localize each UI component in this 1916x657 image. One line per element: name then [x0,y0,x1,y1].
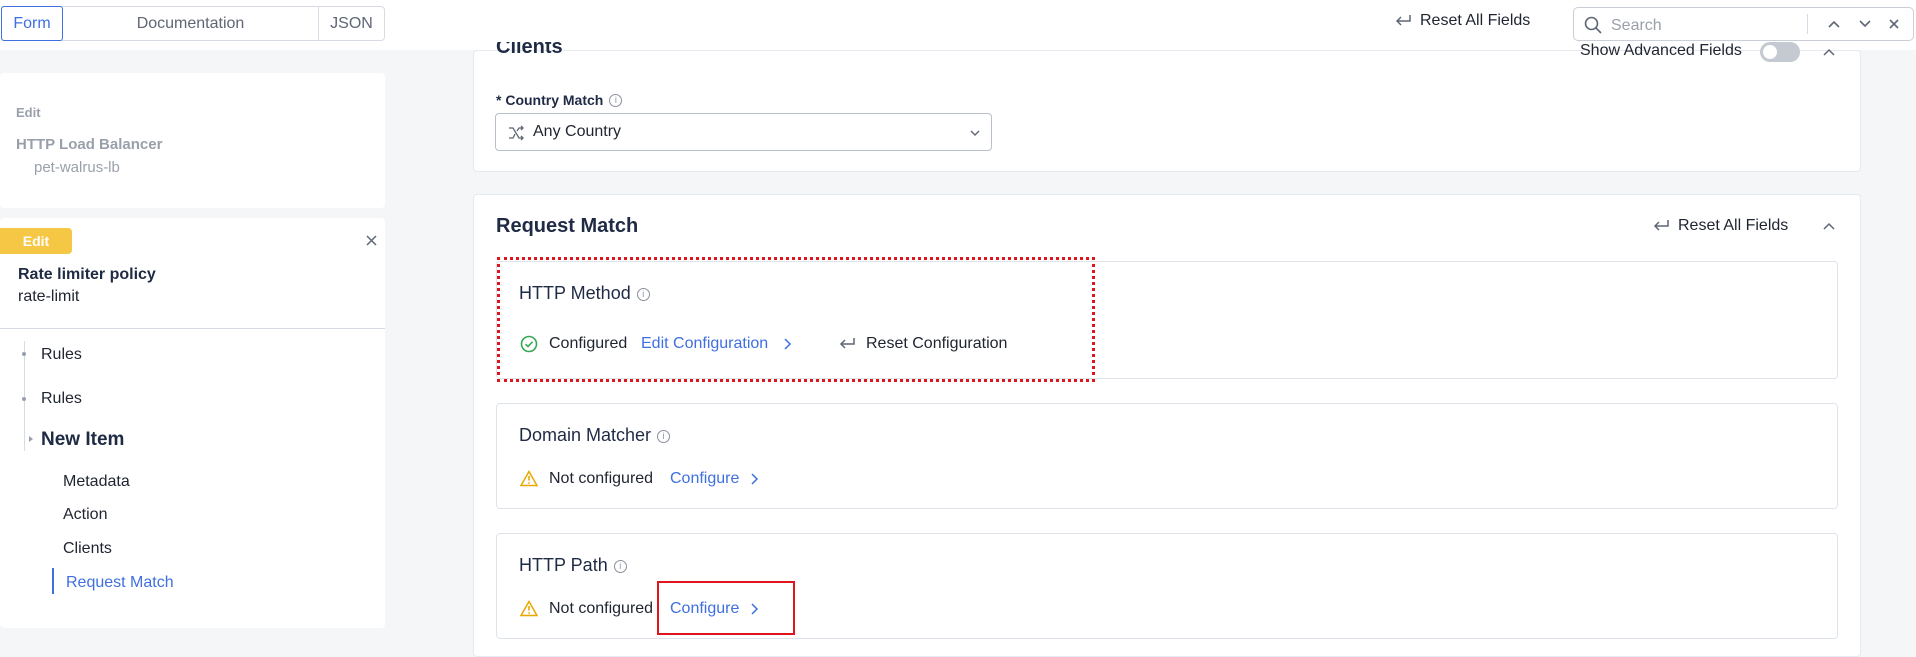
info-icon: i [609,94,623,107]
country-match-label-text: * Country Match [496,92,604,108]
clients-title: Clients [496,42,563,58]
chevron-up-icon[interactable] [1827,18,1841,30]
section-link-action[interactable]: Action [63,506,107,524]
clients-header-clip: Clients Show Advanced Fields [473,42,1861,60]
search-divider [1807,14,1808,34]
reset-all-fields-label: Reset All Fields [1420,12,1531,29]
request-match-reset-label: Reset All Fields [1678,217,1789,234]
search-input[interactable]: Search [1573,7,1914,41]
edit-badge: Edit [0,228,72,254]
warning-icon [520,470,538,487]
current-object-type: Rate limiter policy [18,266,156,283]
parent-edit-label: Edit [16,105,41,120]
caret-right-icon [29,436,33,442]
parent-object-name: pet-walrus-lb [34,159,120,176]
tree-connector [24,341,25,451]
domain-matcher-card [496,403,1838,509]
domain-matcher-title-text: Domain Matcher [519,425,652,445]
tree-item-rules[interactable]: Rules [41,346,82,364]
section-link-request-match[interactable]: Request Match [66,574,174,592]
warning-icon [520,600,538,617]
domain-matcher-status: Not configured [549,470,654,487]
info-icon: i [613,560,627,573]
domain-matcher-configure-link[interactable]: Configure [670,470,739,488]
country-match-value: Any Country [533,123,622,140]
info-icon: i [657,430,671,443]
close-icon[interactable] [1888,18,1900,30]
section-link-clients[interactable]: Clients [63,540,112,558]
divider [0,328,385,329]
country-match-label: * Country Match i [496,92,623,108]
clients-section [473,50,1861,172]
http-path-title: HTTP Path i [519,555,627,576]
chevron-up-icon[interactable] [1822,220,1836,232]
active-section-indicator [52,568,54,594]
reset-icon [1395,15,1411,26]
highlight-box [657,581,795,635]
tab-form[interactable]: Form [1,6,63,41]
tree-node-dot [22,352,26,356]
http-path-title-text: HTTP Path [519,555,608,575]
view-tabs: Form Documentation JSON [1,6,385,41]
tab-json[interactable]: JSON [319,7,384,40]
chevron-down-icon[interactable] [1858,18,1872,30]
merge-icon [509,125,524,141]
reset-icon [1653,220,1669,231]
chevron-down-icon [970,130,980,136]
search-placeholder: Search [1611,17,1662,34]
request-match-reset-button[interactable]: Reset All Fields [1652,217,1788,235]
tree-node-dot [22,397,26,401]
highlight-dotted-box [497,257,1095,382]
tab-documentation[interactable]: Documentation [63,7,319,40]
request-match-title: Request Match [496,215,639,237]
search-icon [1584,16,1602,34]
http-path-status: Not configured [549,600,654,617]
show-advanced-fields-label: Show Advanced Fields [1580,42,1742,59]
reset-all-fields-button[interactable]: Reset All Fields [1394,12,1530,30]
close-icon[interactable] [366,235,377,246]
tree-item-rules[interactable]: Rules [41,390,82,408]
current-object-name: rate-limit [18,288,80,305]
chevron-up-icon[interactable] [1822,46,1836,58]
current-object-card: Edit Rate limiter policy rate-limit [0,218,385,628]
tree-item-new-item[interactable]: New Item [41,429,124,451]
parent-object-type: HTTP Load Balancer [16,136,163,153]
chevron-right-icon[interactable] [749,472,759,486]
parent-object-card[interactable]: Edit HTTP Load Balancer pet-walrus-lb [0,73,385,208]
domain-matcher-title: Domain Matcher i [519,425,671,446]
show-advanced-fields-toggle[interactable] [1760,42,1800,62]
country-match-select[interactable]: Any Country [495,113,992,151]
section-link-metadata[interactable]: Metadata [63,473,130,491]
